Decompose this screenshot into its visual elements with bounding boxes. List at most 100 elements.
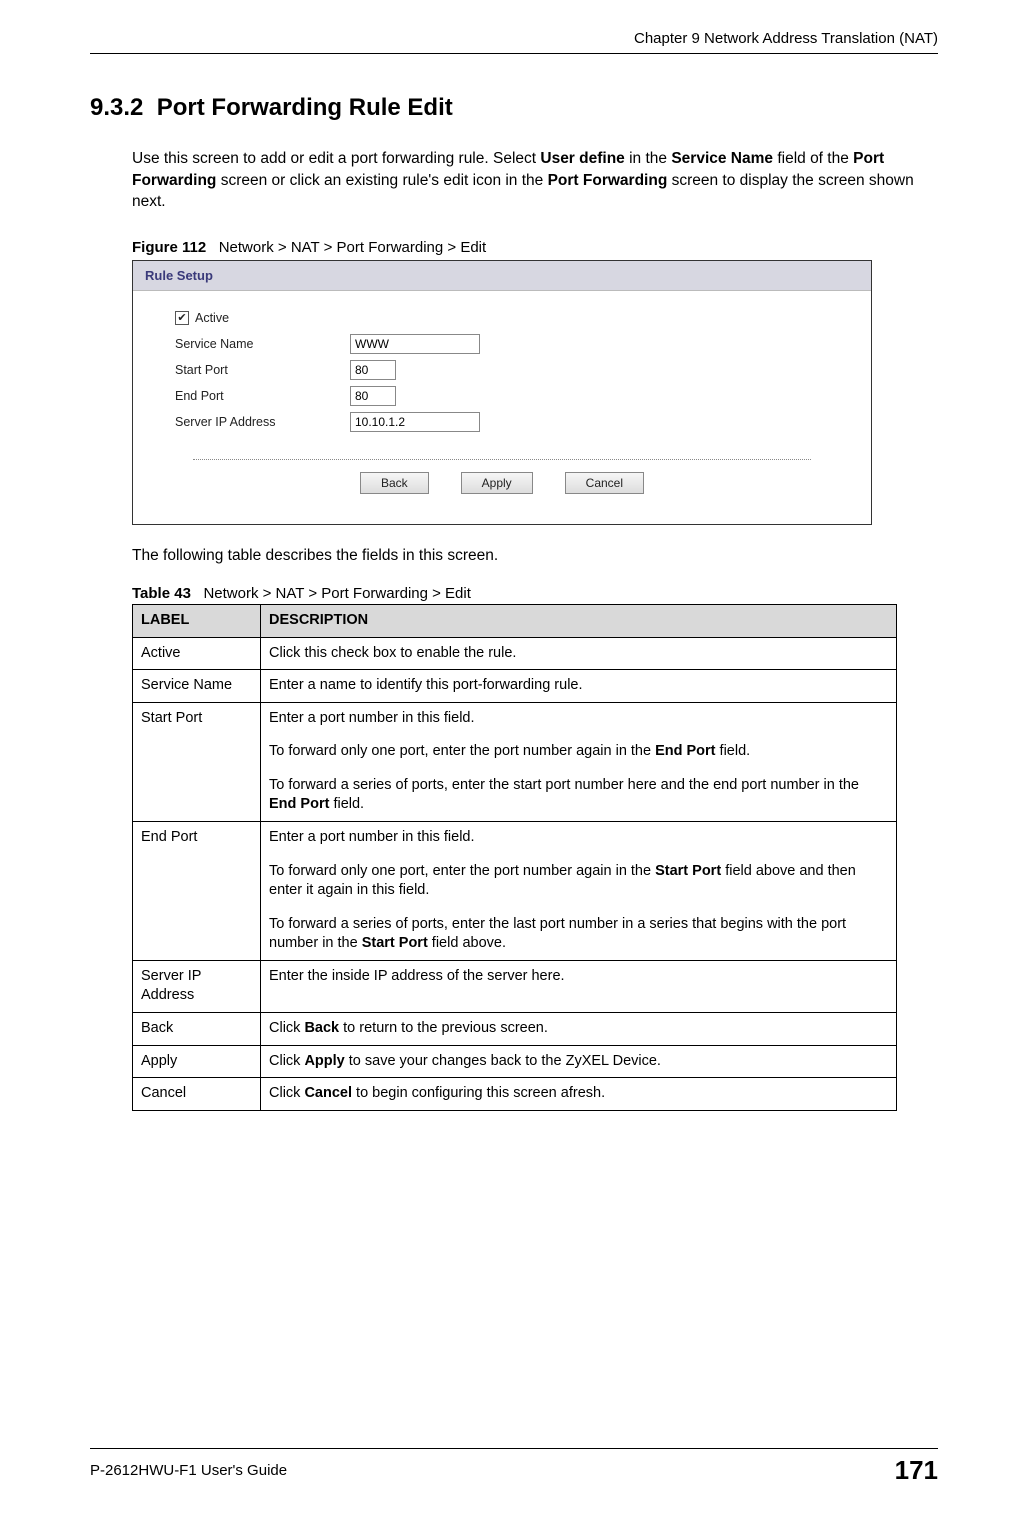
- service-row: Service Name: [175, 331, 861, 357]
- table-row: Back Click Back to return to the previou…: [133, 1012, 897, 1045]
- p: Enter a port number in this field.: [269, 828, 888, 848]
- table-caption-text: Network > NAT > Port Forwarding > Edit: [203, 585, 470, 602]
- cancel-button[interactable]: Cancel: [565, 472, 644, 494]
- col-description: DESCRIPTION: [261, 605, 897, 638]
- cell-label: Active: [133, 637, 261, 670]
- service-name-label: Service Name: [175, 337, 350, 351]
- table-intro: The following table describes the fields…: [132, 547, 938, 565]
- server-ip-input[interactable]: [350, 412, 480, 432]
- text: to save your changes back to the ZyXEL D…: [345, 1053, 661, 1069]
- p: To forward a series of ports, enter the …: [269, 915, 888, 954]
- col-label: LABEL: [133, 605, 261, 638]
- active-label: Active: [195, 311, 229, 325]
- end-port-input[interactable]: [350, 386, 396, 406]
- bold: Start Port: [655, 863, 721, 879]
- end-port-label: End Port: [175, 389, 350, 403]
- text: screen or click an existing rule's edit …: [216, 172, 547, 189]
- bold: Cancel: [304, 1085, 352, 1101]
- footer-row: P-2612HWU-F1 User's Guide 171: [90, 1455, 938, 1486]
- table-row: Active Click this check box to enable th…: [133, 637, 897, 670]
- footer-page-number: 171: [895, 1455, 938, 1486]
- cell-label: Cancel: [133, 1078, 261, 1111]
- table-row: End Port Enter a port number in this fie…: [133, 822, 897, 961]
- p: To forward only one port, enter the port…: [269, 862, 888, 901]
- p: To forward only one port, enter the port…: [269, 742, 888, 762]
- bold: Port Forwarding: [548, 172, 668, 189]
- cell-desc: Click this check box to enable the rule.: [261, 637, 897, 670]
- bold: User define: [540, 150, 624, 167]
- apply-button[interactable]: Apply: [461, 472, 533, 494]
- chapter-header: Chapter 9 Network Address Translation (N…: [90, 30, 938, 47]
- section-title: Port Forwarding Rule Edit: [157, 94, 453, 121]
- table-row: Cancel Click Cancel to begin configuring…: [133, 1078, 897, 1111]
- start-port-label: Start Port: [175, 363, 350, 377]
- cell-desc: Enter a port number in this field. To fo…: [261, 822, 897, 961]
- cell-label: Start Port: [133, 702, 261, 821]
- cell-label: Apply: [133, 1045, 261, 1078]
- figure-caption: Figure 112 Network > NAT > Port Forwardi…: [132, 239, 938, 256]
- table-row: Start Port Enter a port number in this f…: [133, 702, 897, 821]
- service-name-input[interactable]: [350, 334, 480, 354]
- cell-label: Server IP Address: [133, 960, 261, 1012]
- button-row: Back Apply Cancel: [133, 472, 871, 494]
- intro-paragraph: Use this screen to add or edit a port fo…: [132, 148, 938, 213]
- bold: Back: [304, 1020, 339, 1036]
- table-label: Table 43: [132, 585, 191, 602]
- figure-label: Figure 112: [132, 239, 206, 256]
- bold: Start Port: [362, 935, 428, 951]
- cell-desc: Enter a name to identify this port-forwa…: [261, 670, 897, 703]
- header-rule: [90, 53, 938, 54]
- table-header-row: LABEL DESCRIPTION: [133, 605, 897, 638]
- text: to begin configuring this screen afresh.: [352, 1085, 605, 1101]
- text: Use this screen to add or edit a port fo…: [132, 150, 540, 167]
- text: Click: [269, 1053, 304, 1069]
- rule-setup-title: Rule Setup: [133, 261, 871, 291]
- text: To forward a series of ports, enter the …: [269, 777, 859, 793]
- start-port-row: Start Port: [175, 357, 861, 383]
- text: To forward a series of ports, enter the …: [269, 916, 846, 952]
- text: to return to the previous screen.: [339, 1020, 548, 1036]
- text: To forward only one port, enter the port…: [269, 863, 655, 879]
- rule-setup-body: ✔ Active Service Name Start Port End Por…: [133, 291, 871, 445]
- p: Enter a port number in this field.: [269, 709, 888, 729]
- bold: End Port: [269, 796, 329, 812]
- description-table: LABEL DESCRIPTION Active Click this chec…: [132, 604, 897, 1111]
- figure-caption-text: Network > NAT > Port Forwarding > Edit: [219, 239, 486, 256]
- cell-desc: Click Apply to save your changes back to…: [261, 1045, 897, 1078]
- cell-desc: Enter a port number in this field. To fo…: [261, 702, 897, 821]
- text: field above.: [428, 935, 506, 951]
- server-ip-row: Server IP Address: [175, 409, 861, 435]
- page-footer: P-2612HWU-F1 User's Guide 171: [90, 1448, 938, 1486]
- separator: [193, 459, 811, 460]
- cell-desc: Enter the inside IP address of the serve…: [261, 960, 897, 1012]
- text: Click: [269, 1085, 304, 1101]
- bold: Apply: [304, 1053, 344, 1069]
- active-row: ✔ Active: [175, 305, 861, 331]
- text: Click: [269, 1020, 304, 1036]
- text: in the: [625, 150, 672, 167]
- p: To forward a series of ports, enter the …: [269, 776, 888, 815]
- footer-guide: P-2612HWU-F1 User's Guide: [90, 1462, 287, 1479]
- table-caption: Table 43 Network > NAT > Port Forwarding…: [132, 585, 938, 602]
- cell-label: Service Name: [133, 670, 261, 703]
- text: field.: [329, 796, 364, 812]
- footer-rule: [90, 1448, 938, 1449]
- rule-setup-panel: Rule Setup ✔ Active Service Name Start P…: [132, 260, 872, 525]
- server-ip-label: Server IP Address: [175, 415, 350, 429]
- start-port-input[interactable]: [350, 360, 396, 380]
- bold: End Port: [655, 743, 715, 759]
- cell-label: Back: [133, 1012, 261, 1045]
- text: To forward only one port, enter the port…: [269, 743, 655, 759]
- section-heading: 9.3.2 Port Forwarding Rule Edit: [90, 94, 938, 122]
- table-row: Service Name Enter a name to identify th…: [133, 670, 897, 703]
- cell-desc: Click Back to return to the previous scr…: [261, 1012, 897, 1045]
- table-row: Server IP Address Enter the inside IP ad…: [133, 960, 897, 1012]
- bold: Service Name: [671, 150, 773, 167]
- end-port-row: End Port: [175, 383, 861, 409]
- section-number: 9.3.2: [90, 94, 143, 121]
- cell-desc: Click Cancel to begin configuring this s…: [261, 1078, 897, 1111]
- active-checkbox[interactable]: ✔: [175, 311, 189, 325]
- text: field.: [716, 743, 751, 759]
- cell-label: End Port: [133, 822, 261, 961]
- back-button[interactable]: Back: [360, 472, 429, 494]
